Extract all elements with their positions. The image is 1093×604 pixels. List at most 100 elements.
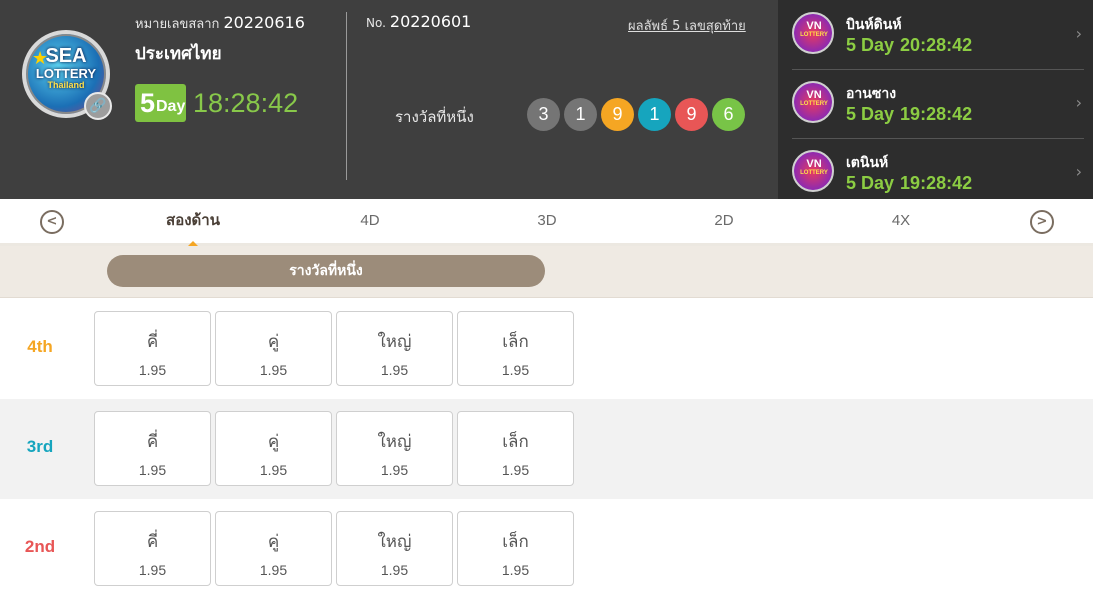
bet-option-name: คี่ xyxy=(146,332,159,352)
draw-number: 20220601 xyxy=(389,12,472,31)
bet-option-button[interactable]: ใหญ่ 1.95 xyxy=(336,411,453,486)
bet-option-odds: 1.95 xyxy=(259,462,288,478)
bet-option-name: ใหญ่ xyxy=(377,432,412,452)
bet-option-button[interactable]: คี่ 1.95 xyxy=(94,511,211,586)
bet-option-name: เล็ก xyxy=(502,332,529,352)
side-lottery-name: บินห์ดินห์ xyxy=(846,17,902,33)
chevron-right-circle-icon[interactable]: > xyxy=(1030,210,1054,234)
vn-lottery-logo: VN LOTTERY xyxy=(792,12,834,54)
bet-option-name: เล็ก xyxy=(502,532,529,552)
tab-3d[interactable]: 3D xyxy=(461,199,633,246)
bet-option-name: ใหญ่ xyxy=(377,532,412,552)
bet-option-button[interactable]: คี่ 1.95 xyxy=(94,311,211,386)
chevron-left-circle-icon[interactable]: < xyxy=(40,210,64,234)
prize-filter-bar: รางวัลที่หนึ่ง xyxy=(0,246,1093,298)
bet-option-odds: 1.95 xyxy=(501,462,530,478)
vn-lottery-logo: VN LOTTERY xyxy=(792,81,834,123)
bet-option-button[interactable]: คู่ 1.95 xyxy=(215,311,332,386)
bet-option-button[interactable]: คี่ 1.95 xyxy=(94,411,211,486)
side-lottery-countdown: 5 Day 19:28:42 xyxy=(846,173,972,194)
tab-4x[interactable]: 4X xyxy=(815,199,987,246)
countdown-timer: 18:28:42 xyxy=(193,88,299,118)
vn-logo-text: VN LOTTERY xyxy=(797,20,831,39)
vn-logo-main: VN xyxy=(806,20,822,32)
result-balls: 319196 xyxy=(527,98,745,131)
bet-option-odds: 1.95 xyxy=(380,562,409,578)
bet-option-name: คู่ xyxy=(267,332,280,352)
bet-option-odds: 1.95 xyxy=(380,362,409,378)
bet-option-odds: 1.95 xyxy=(138,462,167,478)
vn-logo-text: VN LOTTERY xyxy=(797,158,831,177)
result-ball: 1 xyxy=(564,98,597,131)
side-lottery-name: เตนินห์ xyxy=(846,155,889,171)
bet-option-odds: 1.95 xyxy=(259,362,288,378)
side-lottery-day: 5 Day xyxy=(846,173,895,193)
logo-line-1: SEA xyxy=(45,45,87,67)
other-lotteries-panel: VN LOTTERY บินห์ดินห์ 5 Day 20:28:42 › VN LOTTE… xyxy=(778,0,1093,199)
bet-option-button[interactable]: ใหญ่ 1.95 xyxy=(336,311,453,386)
bet-option-odds: 1.95 xyxy=(138,562,167,578)
bet-row-3rd: 3rd คี่ 1.95 คู่ 1.95 ใหญ่ 1.95 เล็ก 1.95 xyxy=(0,399,1093,499)
draw-number-row: No. 20220601 xyxy=(366,12,471,31)
vn-lottery-logo: VN LOTTERY xyxy=(792,150,834,192)
side-lottery-countdown: 5 Day 20:28:42 xyxy=(846,35,972,56)
bet-row-2nd: 2nd คี่ 1.95 คู่ 1.95 ใหญ่ 1.95 เล็ก 1.95 xyxy=(0,499,1093,599)
side-lottery-day: 5 Day xyxy=(846,104,895,124)
chevron-right-icon[interactable]: › xyxy=(1076,24,1082,43)
bet-option-button[interactable]: เล็ก 1.95 xyxy=(457,511,574,586)
day-badge-text: Day xyxy=(156,98,186,115)
result-ball: 1 xyxy=(638,98,671,131)
side-lottery-item[interactable]: VN LOTTERY บินห์ดินห์ 5 Day 20:28:42 › xyxy=(792,6,1084,70)
bet-option-odds: 1.95 xyxy=(501,362,530,378)
bet-option-odds: 1.95 xyxy=(259,562,288,578)
bet-type-tabs: < > สองด้าน 4D 3D 2D 4X xyxy=(0,199,1093,249)
lot-label: หมายเลขสลาก xyxy=(135,17,220,32)
bet-option-odds: 1.95 xyxy=(501,562,530,578)
logo-line-2: LOTTERY xyxy=(35,66,97,81)
tab-4d[interactable]: 4D xyxy=(284,199,456,246)
bet-row-label: 4th xyxy=(27,337,53,356)
side-lottery-time: 19:28:42 xyxy=(900,104,973,124)
vn-logo-sub: LOTTERY xyxy=(800,170,828,176)
vn-logo-sub: LOTTERY xyxy=(800,101,828,107)
tab-สองด้าน[interactable]: สองด้าน xyxy=(107,199,279,249)
day-badge: 5 Day xyxy=(135,84,186,122)
bet-row-4th: 4th คี่ 1.95 คู่ 1.95 ใหญ่ 1.95 เล็ก 1.95 xyxy=(0,299,1093,399)
result-ball: 9 xyxy=(675,98,708,131)
result-ball: 3 xyxy=(527,98,560,131)
first-prize-pill[interactable]: รางวัลที่หนึ่ง xyxy=(107,255,545,287)
bet-option-name: คี่ xyxy=(146,532,159,552)
last-5-results-link[interactable]: ผลลัพธ์ 5 เลขสุดท้าย xyxy=(628,15,746,36)
bet-option-button[interactable]: คู่ 1.95 xyxy=(215,511,332,586)
chevron-right-icon[interactable]: › xyxy=(1076,162,1082,181)
lottery-header: ★ SEA LOTTERY Thailand 🔗 หมายเลขสลาก 2022… xyxy=(0,0,1093,199)
bet-row-label: 3rd xyxy=(26,437,54,456)
side-lottery-time: 20:28:42 xyxy=(900,35,973,55)
side-lottery-item[interactable]: VN LOTTERY อานซาง 5 Day 19:28:42 › xyxy=(792,75,1084,139)
bet-option-name: คี่ xyxy=(146,432,159,452)
vn-logo-main: VN xyxy=(806,158,822,170)
bet-option-name: ใหญ่ xyxy=(377,332,412,352)
vn-logo-main: VN xyxy=(806,89,822,101)
chevron-right-icon[interactable]: › xyxy=(1076,93,1082,112)
first-prize-label: รางวัลที่หนึ่ง xyxy=(395,108,474,126)
link-icon[interactable]: 🔗 xyxy=(84,92,112,120)
logo-text: SEA LOTTERY Thailand xyxy=(26,46,106,90)
tab-2d[interactable]: 2D xyxy=(638,199,810,246)
day-badge-number: 5 xyxy=(140,88,156,118)
result-ball: 6 xyxy=(712,98,745,131)
bet-option-name: คู่ xyxy=(267,532,280,552)
side-lottery-day: 5 Day xyxy=(846,35,895,55)
country-name: ประเทศไทย xyxy=(135,44,222,64)
result-ball: 9 xyxy=(601,98,634,131)
side-lottery-name: อานซาง xyxy=(846,86,897,102)
side-lottery-time: 19:28:42 xyxy=(900,173,973,193)
bet-option-button[interactable]: ใหญ่ 1.95 xyxy=(336,511,453,586)
vn-logo-sub: LOTTERY xyxy=(800,32,828,38)
bet-option-button[interactable]: คู่ 1.95 xyxy=(215,411,332,486)
bet-option-name: เล็ก xyxy=(502,432,529,452)
bet-option-button[interactable]: เล็ก 1.95 xyxy=(457,311,574,386)
logo-line-3: Thailand xyxy=(47,80,85,90)
bet-option-button[interactable]: เล็ก 1.95 xyxy=(457,411,574,486)
bet-option-odds: 1.95 xyxy=(138,362,167,378)
